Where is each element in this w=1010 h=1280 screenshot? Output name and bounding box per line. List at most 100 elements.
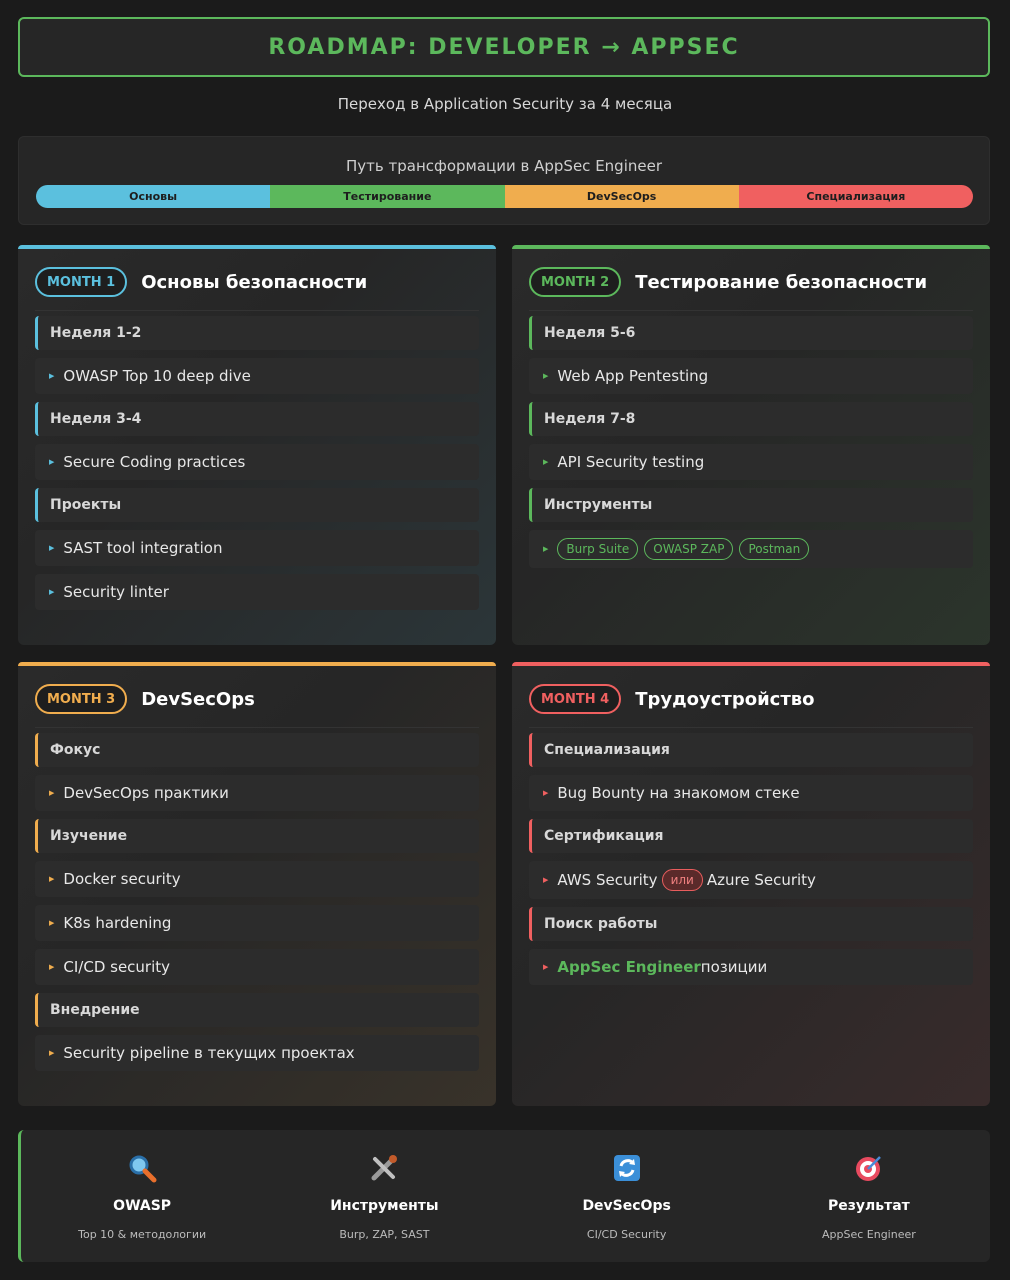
list-item: ▶ AppSec Engineer позиции	[529, 949, 973, 985]
month-card: MONTH 1 Основы безопасности Неделя 1-2 ▶ OWA…	[18, 245, 496, 645]
summary-devsecops: DevSecOps CI/CD Security	[506, 1130, 748, 1262]
month-card: MONTH 3 DevSecOps Фокус ▶ DevSecOps практики…	[18, 662, 496, 1106]
item-text: Security pipeline в текущих проектах	[63, 1044, 355, 1062]
section-header: Проекты	[35, 488, 479, 522]
list-item: ▶ OWASP Top 10 deep dive	[35, 358, 479, 394]
bullet-icon: ▶	[543, 372, 549, 380]
tool-tag: OWASP ZAP	[644, 538, 734, 560]
bullet-icon: ▶	[49, 875, 55, 883]
section-header: Сертификация	[529, 819, 973, 853]
bullet-icon: ▶	[49, 544, 55, 552]
list-item: ▶ AWS Security или Azure Security	[529, 861, 973, 899]
section-header: Изучение	[35, 819, 479, 853]
item-text: Docker security	[63, 870, 181, 888]
stage-testing: Тестирование	[270, 185, 505, 208]
item-text: OWASP Top 10 deep dive	[63, 367, 251, 385]
item-text: K8s hardening	[63, 914, 172, 932]
month-badge: MONTH 3	[35, 684, 128, 714]
list-item: ▶ Security linter	[35, 574, 479, 610]
path-title: Путь трансформации в AppSec Engineer	[346, 157, 662, 175]
item-text: Web App Pentesting	[557, 367, 709, 385]
month-card: MONTH 2 Тестирование безопасности Неделя 5…	[512, 245, 990, 645]
month-badge: MONTH 2	[529, 267, 622, 297]
item-text: DevSecOps практики	[63, 784, 229, 802]
list-item: ▶ CI/CD security	[35, 949, 479, 985]
list-item: ▶ Web App Pentesting	[529, 358, 973, 394]
summary-sub: Burp, ZAP, SAST	[339, 1228, 430, 1241]
bullet-icon: ▶	[49, 588, 55, 596]
summary-title: DevSecOps	[582, 1198, 671, 1214]
section-header: Неделя 1-2	[35, 316, 479, 350]
cycle-icon	[611, 1152, 643, 1184]
section-header: Неделя 3-4	[35, 402, 479, 436]
bullet-icon: ▶	[49, 372, 55, 380]
bullet-icon: ▶	[543, 545, 549, 553]
page-subtitle: Переход в Application Security за 4 меся…	[337, 95, 673, 113]
bullet-icon: ▶	[49, 919, 55, 927]
item-text: Bug Bounty на знакомом стеке	[557, 784, 800, 802]
section-header: Инструменты	[529, 488, 973, 522]
stage-basics: Основы	[36, 185, 271, 208]
item-text: Secure Coding practices	[63, 453, 246, 471]
month-card: MONTH 4 Трудоустройство Специализация ▶ Bug …	[512, 662, 990, 1106]
section-header: Поиск работы	[529, 907, 973, 941]
bullet-icon: ▶	[49, 789, 55, 797]
tool-tag: Burp Suite	[557, 538, 639, 560]
magnifier-icon	[126, 1152, 158, 1184]
list-item: ▶ DevSecOps практики	[35, 775, 479, 811]
list-item: ▶ API Security testing	[529, 444, 973, 480]
item-text: CI/CD security	[63, 958, 171, 976]
summary-sub: CI/CD Security	[586, 1228, 667, 1241]
bullet-icon: ▶	[543, 963, 549, 971]
section-header: Специализация	[529, 733, 973, 767]
list-item: ▶ SAST tool integration	[35, 530, 479, 566]
month-title: Основы безопасности	[141, 271, 368, 293]
item-text: SAST tool integration	[63, 539, 223, 557]
transformation-path: Путь трансформации в AppSec Engineer Осн…	[18, 136, 990, 225]
summary-title: OWASP	[113, 1198, 172, 1214]
month-badge: MONTH 1	[35, 267, 128, 297]
month-title: DevSecOps	[141, 688, 255, 710]
bullet-icon: ▶	[543, 458, 549, 466]
summary-sub: AppSec Engineer	[821, 1228, 916, 1241]
section-header: Внедрение	[35, 993, 479, 1027]
summary-owasp: OWASP Top 10 & методологии	[21, 1130, 263, 1262]
cert-option: Azure Security	[706, 871, 816, 889]
list-item: ▶ K8s hardening	[35, 905, 479, 941]
header-banner: ROADMAP: DEVELOPER → APPSEC	[18, 17, 990, 77]
month-badge: MONTH 4	[529, 684, 622, 714]
cert-option: AWS Security	[557, 871, 658, 889]
list-item: ▶ Security pipeline в текущих проектах	[35, 1035, 479, 1071]
list-item: ▶ Secure Coding practices	[35, 444, 479, 480]
bullet-icon: ▶	[543, 789, 549, 797]
list-item: ▶ Bug Bounty на знакомом стеке	[529, 775, 973, 811]
list-item: ▶ Burp Suite OWASP ZAP Postman	[529, 530, 973, 568]
month-title: Трудоустройство	[635, 688, 815, 710]
summary-sub: Top 10 & методологии	[78, 1228, 207, 1241]
bullet-icon: ▶	[543, 876, 549, 884]
stage-devsecops: DevSecOps	[504, 185, 739, 208]
summary-title: Инструменты	[330, 1198, 439, 1214]
bullet-icon: ▶	[49, 458, 55, 466]
bullet-icon: ▶	[49, 963, 55, 971]
section-header: Неделя 7-8	[529, 402, 973, 436]
section-header: Фокус	[35, 733, 479, 767]
summary-title: Результат	[827, 1198, 910, 1214]
month-title: Тестирование безопасности	[635, 271, 928, 293]
summary-footer: OWASP Top 10 & методологии Инструменты B…	[18, 1130, 990, 1262]
path-progress-bar: Основы Тестирование DevSecOps Специализа…	[36, 185, 973, 208]
summary-result: Результат AppSec Engineer	[748, 1130, 990, 1262]
page-title: ROADMAP: DEVELOPER → APPSEC	[268, 34, 740, 60]
item-text: позиции	[700, 958, 768, 976]
tool-tag: Postman	[739, 538, 810, 560]
target-icon	[853, 1152, 885, 1184]
summary-tools: Инструменты Burp, ZAP, SAST	[263, 1130, 505, 1262]
or-badge: или	[661, 869, 703, 891]
highlight-text: AppSec Engineer	[557, 958, 701, 976]
item-text: API Security testing	[557, 453, 705, 471]
tools-icon	[368, 1152, 400, 1184]
stage-specialization: Специализация	[738, 185, 973, 208]
item-text: Security linter	[63, 583, 169, 601]
bullet-icon: ▶	[49, 1049, 55, 1057]
list-item: ▶ Docker security	[35, 861, 479, 897]
